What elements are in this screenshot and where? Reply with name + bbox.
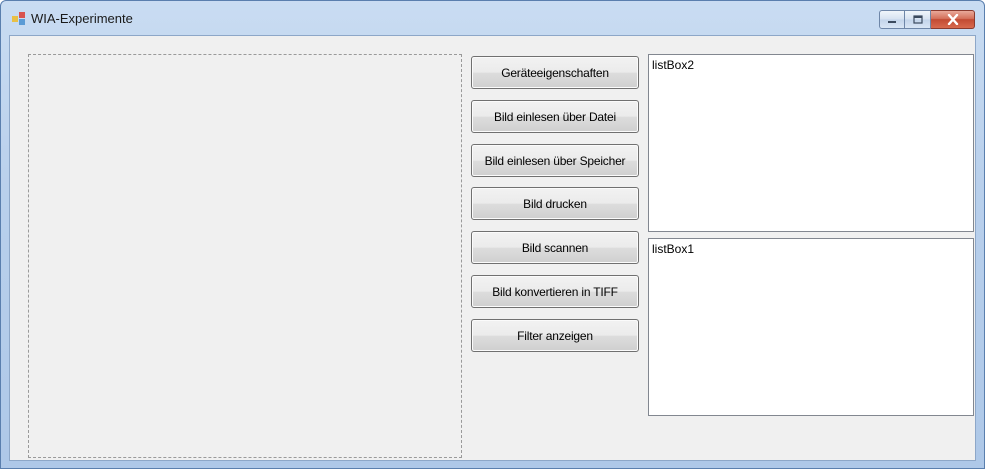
device-properties-button[interactable]: Geräteeigenschaften	[471, 56, 639, 89]
close-icon	[947, 14, 958, 25]
list-item[interactable]: listBox2	[652, 58, 970, 72]
title-bar[interactable]: WIA-Experimente	[1, 1, 984, 35]
show-filter-button[interactable]: Filter anzeigen	[471, 319, 639, 352]
minimize-icon	[888, 20, 896, 23]
caption-buttons	[879, 10, 975, 30]
convert-to-tiff-button[interactable]: Bild konvertieren in TIFF	[471, 275, 639, 308]
picture-box[interactable]	[28, 54, 462, 458]
read-image-from-file-button[interactable]: Bild einlesen über Datei	[471, 100, 639, 133]
list-item[interactable]: listBox1	[652, 242, 970, 256]
scan-image-button[interactable]: Bild scannen	[471, 231, 639, 264]
maximize-icon	[912, 15, 923, 24]
app-icon[interactable]	[12, 12, 26, 26]
print-image-button[interactable]: Bild drucken	[471, 187, 639, 220]
minimize-button[interactable]	[879, 10, 905, 29]
application-window: WIA-Experimente Geräteeigenschaften Bild…	[0, 0, 985, 469]
close-button[interactable]	[931, 10, 975, 29]
read-image-from-memory-button[interactable]: Bild einlesen über Speicher	[471, 144, 639, 177]
maximize-button[interactable]	[905, 10, 931, 29]
listbox-1[interactable]: listBox1	[648, 238, 974, 416]
window-title: WIA-Experimente	[31, 11, 133, 26]
listbox-2[interactable]: listBox2	[648, 54, 974, 232]
form-client-area: Geräteeigenschaften Bild einlesen über D…	[9, 35, 976, 461]
